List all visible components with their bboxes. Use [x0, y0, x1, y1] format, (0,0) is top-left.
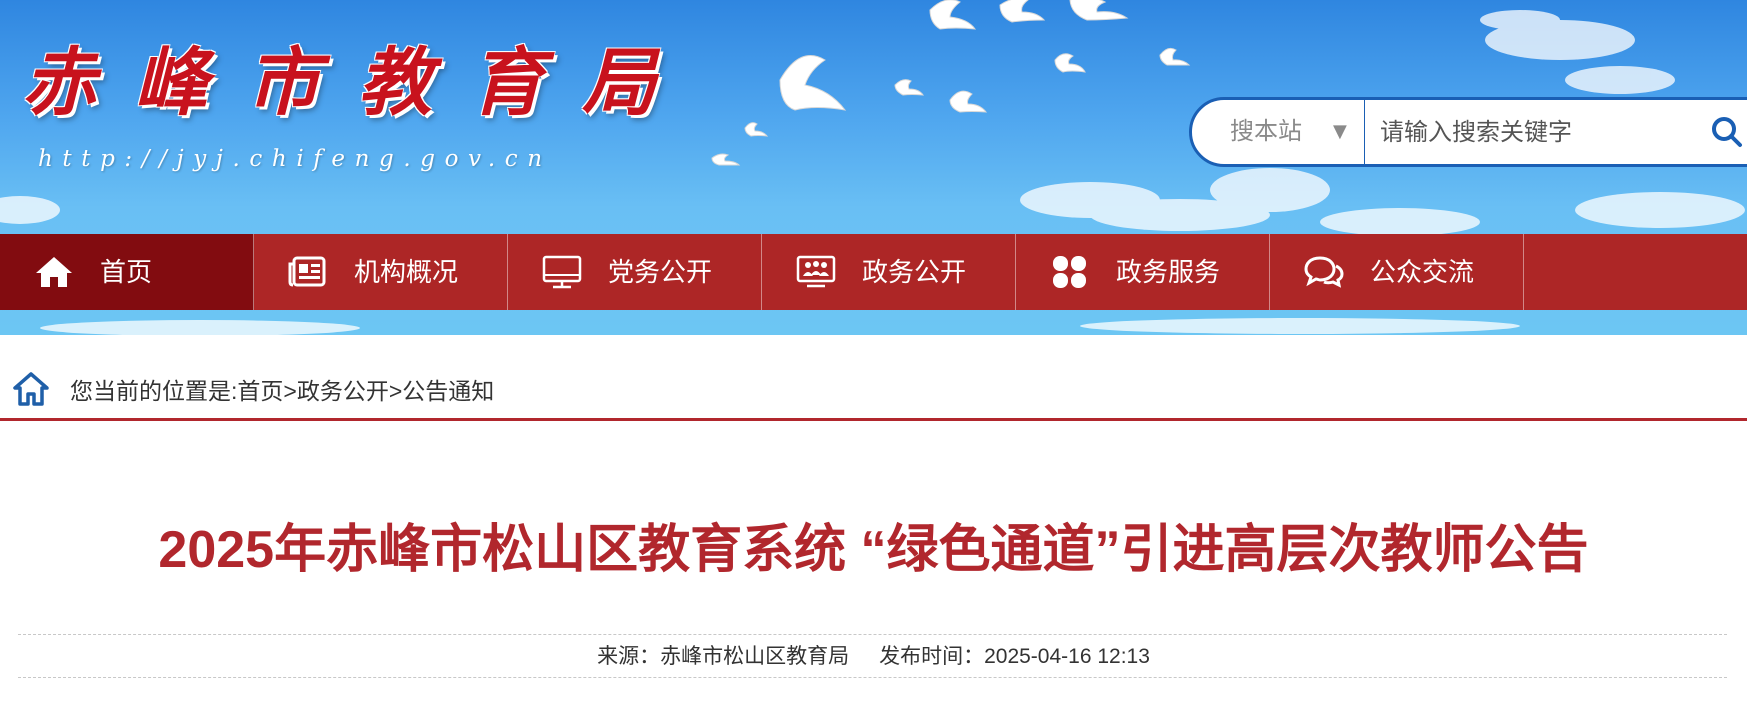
- article-title: 2025年赤峰市松山区教育系统 “绿色通道”引进高层次教师公告: [158, 521, 1589, 579]
- nav-item-public-communication[interactable]: 公众交流: [1270, 234, 1524, 310]
- monitor-icon: [542, 255, 582, 289]
- breadcrumb-separator: >: [283, 378, 297, 404]
- meta-divider-top: [18, 634, 1727, 635]
- nav-label: 党务公开: [608, 257, 713, 287]
- breadcrumb-link-government-affairs[interactable]: 政务公开: [297, 378, 389, 404]
- main-nav: 首页 机构概况 党务公开 政务公开 政务服务 公众交流: [0, 234, 1747, 310]
- breadcrumb-divider: [0, 418, 1747, 421]
- article-meta: 来源：赤峰市松山区教育局 发布时间：2025-04-16 12:13: [0, 640, 1747, 674]
- site-logo-title: 赤峰市教育局: [22, 40, 694, 126]
- nav-label: 政务服务: [1116, 257, 1221, 287]
- nav-item-party-affairs[interactable]: 党务公开: [508, 234, 762, 310]
- breadcrumb-link-announcements[interactable]: 公告通知: [402, 378, 494, 404]
- search-box: 搜本站 ▼: [1189, 97, 1747, 167]
- chat-bubbles-icon: [1304, 256, 1344, 288]
- chevron-down-icon[interactable]: ▼: [1333, 100, 1347, 164]
- search-icon[interactable]: [1709, 114, 1745, 150]
- breadcrumb-text: 您当前的位置是:首页>政务公开>公告通知: [70, 366, 494, 416]
- nav-item-organization[interactable]: 机构概况: [254, 234, 508, 310]
- site-logo-url: http://jyj.chifeng.gov.cn: [38, 146, 552, 172]
- nav-label: 政务公开: [862, 257, 967, 287]
- home-icon: [13, 372, 49, 406]
- source-value: 赤峰市松山区教育局: [660, 645, 850, 668]
- publish-time-value: 2025-04-16 12:13: [984, 645, 1150, 668]
- source-label: 来源：: [597, 645, 661, 668]
- nav-item-home[interactable]: 首页: [0, 234, 254, 310]
- nav-label: 机构概况: [354, 257, 459, 287]
- nav-item-government-services[interactable]: 政务服务: [1016, 234, 1270, 310]
- publish-time-label: 发布时间：: [879, 645, 985, 668]
- breadcrumb-separator: >: [388, 378, 403, 404]
- search-scope-select[interactable]: 搜本站: [1230, 100, 1302, 164]
- nav-label: 首页: [100, 257, 153, 287]
- group-screen-icon: [796, 255, 836, 288]
- nav-label: 公众交流: [1370, 257, 1475, 287]
- grid-icon: [1053, 256, 1086, 288]
- home-icon: [36, 257, 72, 287]
- search-divider: [1364, 100, 1365, 164]
- breadcrumb: 您当前的位置是:首页>政务公开>公告通知: [0, 366, 1747, 420]
- nav-item-government-affairs[interactable]: 政务公开: [762, 234, 1016, 310]
- newspaper-icon: [288, 256, 326, 287]
- meta-divider-bottom: [18, 677, 1727, 678]
- breadcrumb-prefix: 您当前的位置是:: [70, 378, 238, 404]
- search-input[interactable]: [1378, 108, 1682, 158]
- breadcrumb-link-home[interactable]: 首页: [237, 378, 283, 404]
